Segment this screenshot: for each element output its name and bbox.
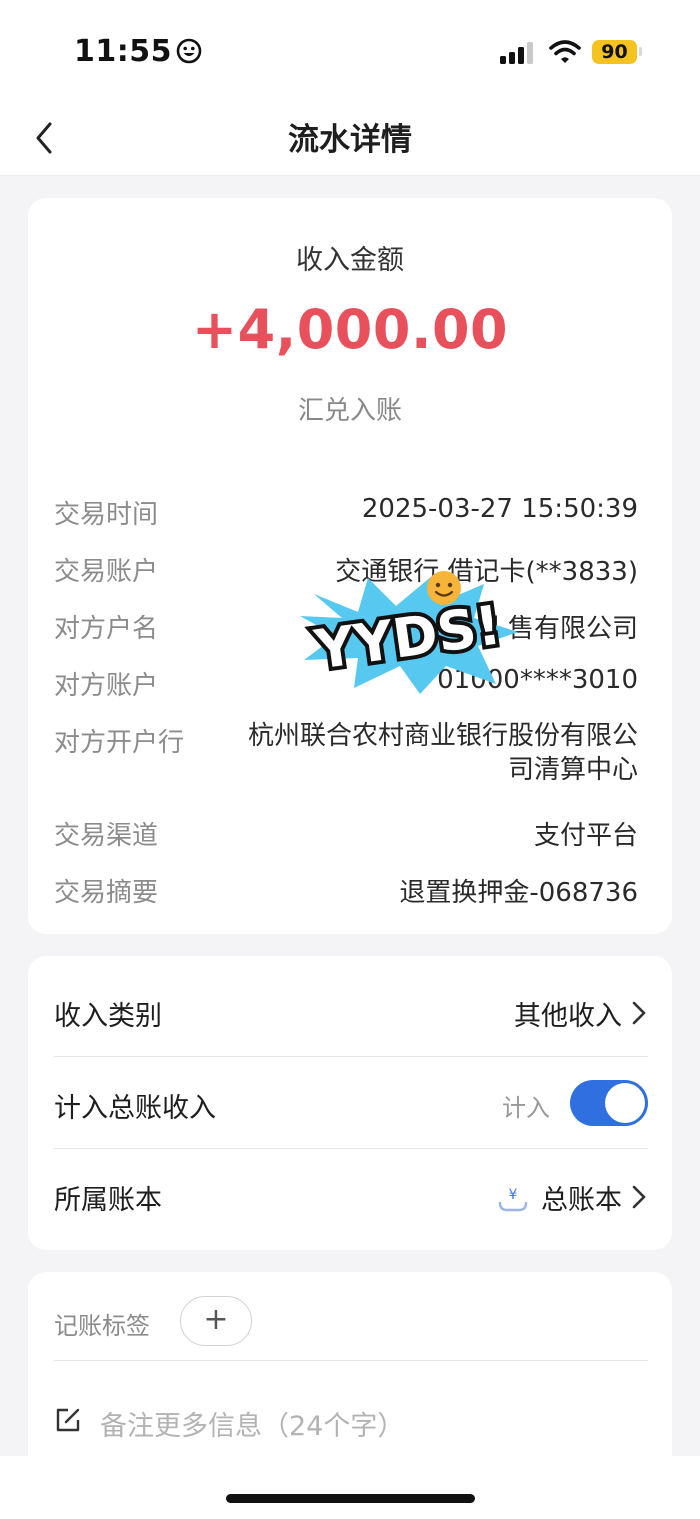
time-text: 11:55	[74, 34, 172, 69]
cellular-signal-icon	[500, 42, 533, 64]
toggle-knob	[605, 1083, 645, 1123]
toggle-state-label: 计入	[502, 1094, 550, 1122]
chevron-right-icon	[632, 1185, 646, 1209]
yuan-book-icon: ¥	[498, 1187, 528, 1212]
detail-key: 交易摘要	[54, 878, 159, 908]
detail-value: 退置换押金-068736	[399, 878, 638, 908]
ledger-income-toggle[interactable]	[570, 1080, 648, 1126]
ledger-income-row: 计入总账收入 计入	[54, 1056, 648, 1148]
note-input[interactable]: 备注更多信息（24个字）	[100, 1404, 404, 1443]
amount-subtitle: 汇兑入账	[297, 396, 402, 426]
ledger-income-control: 计入	[448, 1078, 648, 1128]
detail-key: 交易时间	[54, 500, 159, 530]
category-value-wrap: 其他收入	[514, 994, 648, 1033]
status-bar: 11:55 90	[0, 0, 700, 100]
divider	[54, 1360, 648, 1361]
book-label: 所属账本	[54, 1185, 162, 1216]
detail-value: 支付平台	[533, 821, 638, 851]
ledger-income-label: 计入总账收入	[54, 1093, 216, 1124]
nav-bar: 流水详情	[0, 100, 700, 176]
tags-label: 记账标签	[54, 1312, 150, 1340]
category-value: 其他收入	[514, 1001, 622, 1032]
amount-label: 收入金额	[296, 245, 404, 276]
detail-key: 对方开户行	[54, 728, 185, 758]
detail-key: 对方户名	[54, 614, 159, 644]
smiley-emoji-icon	[427, 571, 461, 605]
detail-key: 对方账户	[54, 671, 159, 701]
book-value-wrap: ¥ 总账本	[497, 1178, 648, 1217]
battery-indicator: 90	[592, 40, 637, 64]
account-book-row[interactable]: 所属账本 ¥ 总账本	[54, 1148, 648, 1240]
status-time: 11:55	[74, 34, 202, 69]
home-indicator[interactable]	[226, 1494, 475, 1503]
amount-value: +4,000.00	[191, 298, 509, 361]
add-tag-button[interactable]: +	[180, 1296, 252, 1346]
yyds-sticker: YYDS!	[300, 571, 518, 694]
detail-value: 2025-03-27 15:50:39	[361, 494, 638, 524]
home-bar-area	[0, 1456, 700, 1519]
category-label: 收入类别	[54, 1001, 162, 1032]
smiley-icon	[176, 38, 202, 64]
svg-text:¥: ¥	[509, 1187, 518, 1203]
wifi-icon	[549, 40, 581, 63]
detail-value: 杭州联合农村商业银行股份有限公司清算中心	[248, 721, 639, 785]
edit-note-icon	[56, 1408, 80, 1432]
detail-key: 交易渠道	[54, 821, 159, 851]
detail-key: 交易账户	[54, 557, 159, 587]
book-value: 总账本	[541, 1185, 622, 1216]
income-category-row[interactable]: 收入类别 其他收入	[54, 964, 648, 1056]
chevron-right-icon	[632, 1001, 646, 1025]
battery-nub	[639, 47, 642, 56]
settings-card: 收入类别 其他收入 计入总账收入 计入 所属账本 ¥ 总账本	[28, 956, 672, 1250]
page-title: 流水详情	[288, 122, 412, 158]
